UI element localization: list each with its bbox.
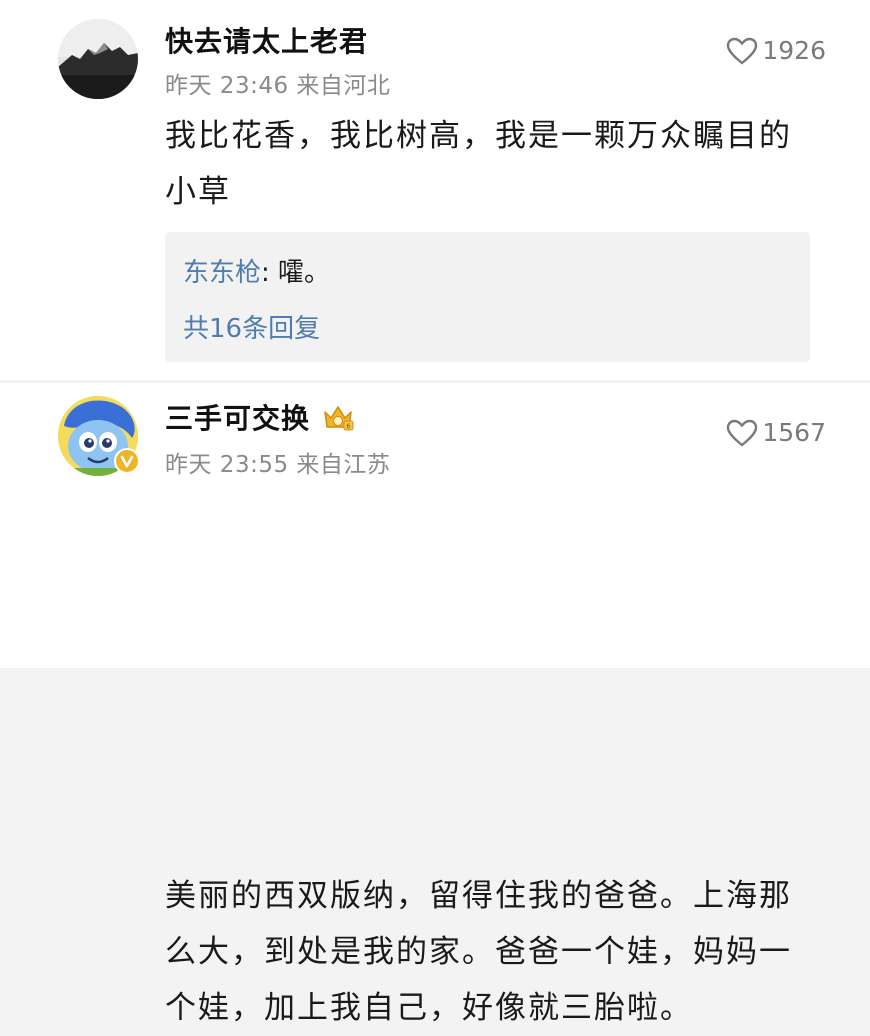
heart-icon — [727, 419, 758, 447]
avatar[interactable] — [58, 19, 138, 99]
reply-preview[interactable]: 东东枪: 嚯。 共16条回复 — [165, 232, 810, 362]
view-replies-link[interactable]: 共16条回复 — [183, 308, 320, 345]
username[interactable]: 快去请太上老君 — [165, 20, 368, 60]
comment-item: 快去请太上老君 昨天 23:46 来自河北 1926 我比花香，我比树高，我是一… — [0, 0, 870, 380]
like-button[interactable]: 1926 — [726, 36, 826, 65]
location: 来自河北 — [296, 73, 391, 99]
reply-author[interactable]: 东东枪 — [183, 258, 261, 288]
timestamp: 昨天 23:55 — [165, 452, 289, 478]
location: 来自江苏 — [296, 452, 391, 478]
username[interactable]: 三手可交换 — [165, 397, 310, 437]
comment-text: 我比花香，我比树高，我是一颗万众瞩目的小草 — [165, 118, 792, 210]
timestamp: 昨天 23:46 — [165, 73, 289, 99]
like-count: 1567 — [762, 418, 826, 447]
reply-line: 东东枪: 嚯。 — [183, 252, 330, 289]
svg-text:6: 6 — [346, 423, 351, 431]
like-button[interactable]: 1567 — [726, 418, 826, 447]
reply-text: 嚯。 — [278, 258, 331, 288]
reply-separator: : — [261, 258, 270, 288]
verified-v-icon — [114, 448, 140, 474]
comment-text: 美丽的西双版纳，留得住我的爸爸。上海那么大，到处是我的家。爸爸一个娃，妈妈一个娃… — [165, 878, 792, 1026]
like-count: 1926 — [762, 36, 826, 65]
crown-badge-icon[interactable]: 6 — [322, 403, 354, 433]
mountain-avatar-image — [58, 19, 138, 99]
comment-meta: 昨天 23:55 来自江苏 — [165, 445, 390, 479]
comment-feed: 快去请太上老君 昨天 23:46 来自河北 1926 我比花香，我比树高，我是一… — [0, 0, 870, 1026]
heart-icon — [727, 37, 758, 65]
avatar[interactable] — [58, 396, 140, 476]
comment-meta: 昨天 23:46 来自河北 — [165, 66, 390, 100]
